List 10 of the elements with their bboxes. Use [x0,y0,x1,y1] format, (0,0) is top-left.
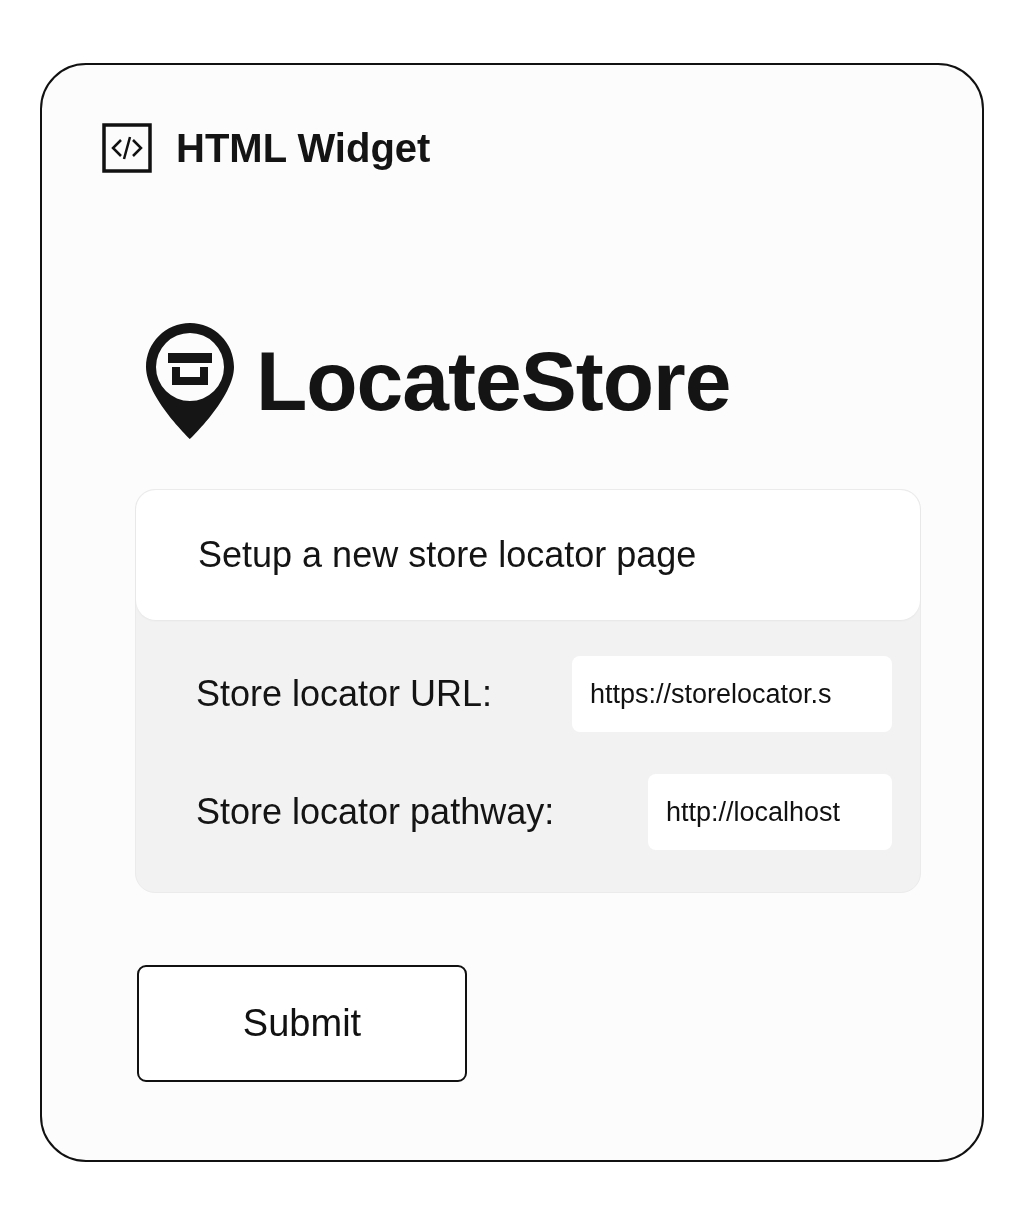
text-field[interactable]: https://storelocator.s [572,656,892,732]
logo-text: LocateStore [256,339,731,423]
store-pin-icon [146,323,234,439]
submit-button[interactable]: Submit [137,965,467,1082]
code-icon [102,123,152,173]
text-field[interactable]: http://localhost [648,774,892,850]
widget-title: HTML Widget [176,128,431,168]
field-label: Store locator pathway: [196,790,555,834]
form-heading: Setup a new store locator page [198,533,697,577]
field-label: Store locator URL: [196,672,493,716]
